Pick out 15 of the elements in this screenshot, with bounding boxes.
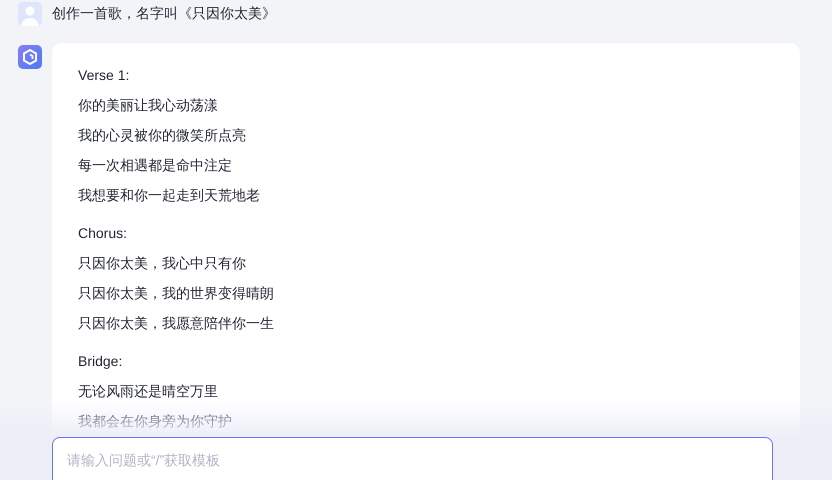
user-message: 创作一首歌，名字叫《只因你太美》 xyxy=(52,4,276,23)
section-heading: Verse 1: xyxy=(78,66,130,85)
section-heading: Bridge: xyxy=(78,352,122,371)
assistant-logo-icon xyxy=(18,45,42,69)
lyric-line: 只因你太美，我心中只有你 xyxy=(78,254,246,273)
lyric-line: 我的心灵被你的微笑所点亮 xyxy=(78,126,246,145)
lyric-line: 我想要和你一起走到天荒地老 xyxy=(78,186,260,205)
lyric-line: 只因你太美，我的世界变得晴朗 xyxy=(78,284,274,303)
question-input-field[interactable]: 请输入问题或“/”获取模板 xyxy=(52,437,773,480)
lyric-line: 你的美丽让我心动荡漾 xyxy=(78,96,218,115)
section-heading: Chorus: xyxy=(78,224,128,243)
lyric-line: 只因你太美，我愿意陪伴你一生 xyxy=(78,314,274,333)
lyric-line: 每一次相遇都是命中注定 xyxy=(78,156,232,175)
lyric-line: 我都会在你身旁为你守护 xyxy=(78,412,232,431)
lyric-line: 无论风雨还是晴空万里 xyxy=(78,382,218,401)
